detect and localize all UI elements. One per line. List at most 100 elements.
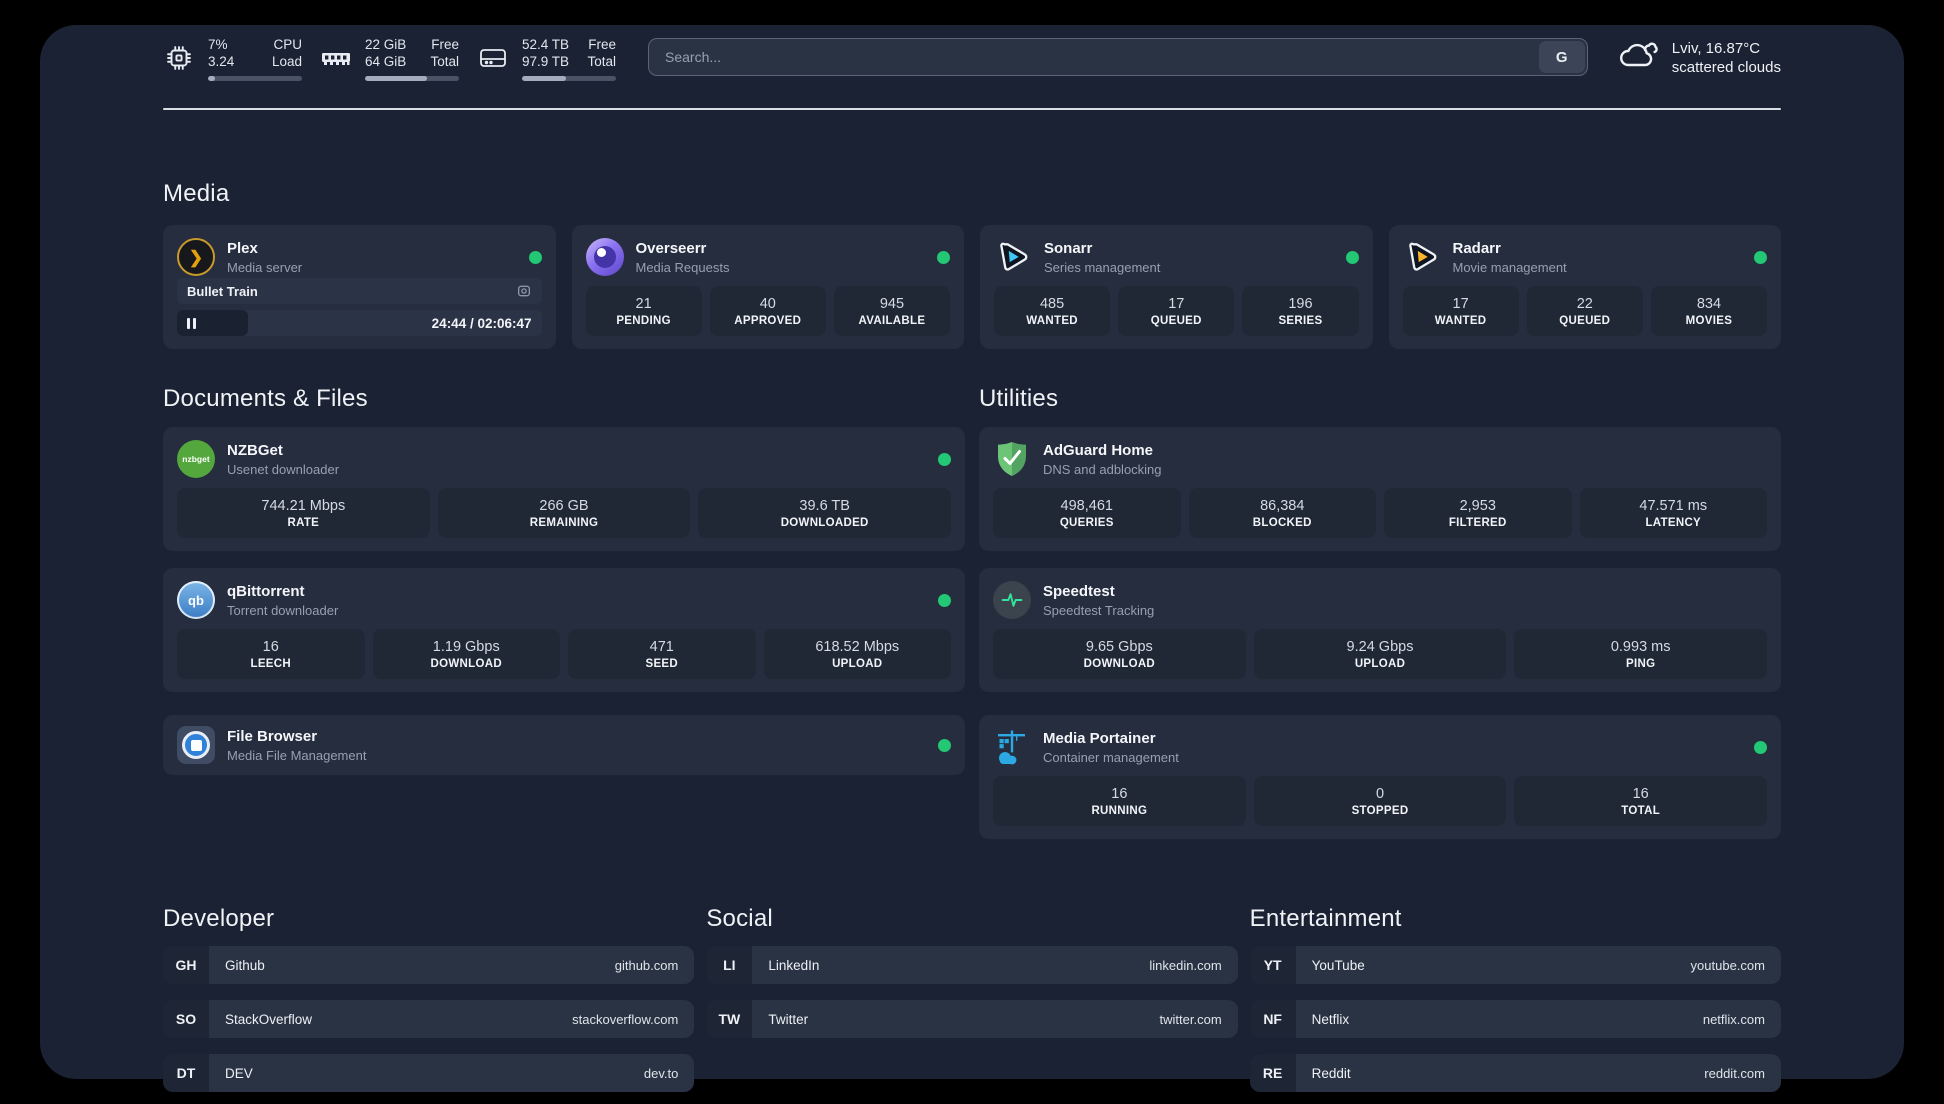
link-url: twitter.com — [1159, 1011, 1222, 1027]
stat-tile: 16 LEECH — [177, 629, 365, 679]
memory-total-value: 64 GiB — [365, 54, 407, 69]
cpu-icon — [163, 42, 195, 74]
link-youtube[interactable]: YT YouTube youtube.com — [1249, 946, 1781, 984]
section-utilities: Utilities AdGuard Home DNS and adblockin… — [979, 385, 1781, 839]
link-reddit[interactable]: RE Reddit reddit.com — [1249, 1054, 1781, 1092]
app-card-qbittorrent[interactable]: qb qBittorrent Torrent downloader 16 LEEC… — [163, 568, 965, 692]
link-name: LinkedIn — [768, 957, 820, 973]
stat-tile: 485 WANTED — [994, 286, 1111, 336]
memory-total-label: Total — [430, 54, 459, 69]
stat-tile: 1.19 Gbps DOWNLOAD — [372, 629, 560, 679]
now-playing-title: Bullet Train — [187, 283, 258, 299]
stat-tile: 22 QUEUED — [1526, 286, 1643, 336]
app-card-sonarr[interactable]: Sonarr Series management 485 WANTED 17 QUE… — [980, 225, 1373, 349]
status-dot — [938, 593, 951, 607]
app-card-filebrowser[interactable]: File Browser Media File Management — [163, 715, 965, 775]
stat-tile: 498,461 QUERIES — [993, 488, 1181, 538]
dashboard: 7% CPU 3.24 Load 22 GiB Free 64 GiB Total — [40, 25, 1904, 1092]
session-screen-icon — [516, 283, 532, 299]
app-card-speedtest[interactable]: Speedtest Speedtest Tracking 9.65 Gbps DO… — [979, 568, 1781, 692]
status-dot — [938, 738, 951, 752]
app-card-plex[interactable]: ❯ Plex Media server Bullet Train 24:44 /… — [163, 225, 556, 349]
link-abbr-badge: DT — [163, 1054, 209, 1092]
app-desc: Torrent downloader — [227, 602, 339, 618]
link-url: netflix.com — [1702, 1011, 1765, 1027]
stat-tile: 17 WANTED — [1402, 286, 1519, 336]
speedtest-icon — [993, 581, 1031, 619]
app-desc: Movie management — [1452, 259, 1567, 275]
pause-icon[interactable] — [187, 317, 196, 329]
section-social: Social LI LinkedIn linkedin.com TW Twitte… — [706, 905, 1238, 1092]
memory-free-value: 22 GiB — [365, 37, 407, 52]
disk-free-value: 52.4 TB — [522, 37, 570, 52]
memory-free-label: Free — [431, 37, 459, 52]
link-netflix[interactable]: NF Netflix netflix.com — [1249, 1000, 1781, 1038]
stat-tile: 9.24 Gbps UPLOAD — [1253, 629, 1507, 679]
app-desc: Usenet downloader — [227, 461, 340, 477]
link-name: Reddit — [1311, 1065, 1351, 1081]
status-dot — [938, 452, 951, 466]
app-desc: Speedtest Tracking — [1043, 602, 1155, 618]
app-card-portainer[interactable]: Media Portainer Container management 16 R… — [979, 715, 1781, 839]
app-card-nzbget[interactable]: nzbget NZBGet Usenet downloader 744.21 M… — [163, 427, 965, 551]
stat-tile: 21 PENDING — [585, 286, 702, 336]
stat-tile: 945 AVAILABLE — [833, 286, 951, 336]
link-abbr-badge: RE — [1249, 1054, 1296, 1092]
link-twitter[interactable]: TW Twitter twitter.com — [706, 1000, 1238, 1038]
app-desc: DNS and adblocking — [1043, 461, 1162, 477]
disk-icon — [477, 42, 509, 74]
stat-tile: 47.571 ms LATENCY — [1579, 488, 1767, 538]
section-documents: Documents & Files nzbget NZBGet Usenet d… — [163, 385, 965, 775]
plex-now-playing-widget: Bullet Train 24:44 / 02:06:47 — [177, 278, 542, 336]
app-name: Overseerr — [635, 239, 707, 257]
link-abbr-badge: LI — [706, 946, 753, 984]
disk-total-value: 97.9 TB — [522, 54, 570, 69]
link-url: dev.to — [643, 1065, 679, 1081]
link-linkedin[interactable]: LI LinkedIn linkedin.com — [706, 946, 1238, 984]
status-dot — [1754, 740, 1767, 754]
stat-tile: 266 GB REMAINING — [437, 488, 691, 538]
section-title-entertainment: Entertainment — [1249, 905, 1402, 932]
nzbget-icon: nzbget — [177, 440, 215, 478]
weather-widget: Lviv, 16.87°C scattered clouds — [1618, 38, 1781, 77]
app-name: Radarr — [1452, 239, 1501, 257]
app-card-radarr[interactable]: Radarr Movie management 17 WANTED 22 QUEUE… — [1388, 225, 1781, 349]
cpu-stat: 7% CPU 3.24 Load — [163, 36, 302, 81]
link-name: Twitter — [768, 1011, 809, 1027]
stat-tile: 196 SERIES — [1242, 286, 1359, 336]
link-url: reddit.com — [1704, 1065, 1765, 1081]
disk-stat: 52.4 TB Free 97.9 TB Total — [477, 36, 616, 81]
app-name: NZBGet — [227, 441, 283, 459]
cpu-load-label: Load — [271, 54, 302, 69]
cpu-usage: 7% — [208, 37, 228, 52]
link-stackoverflow[interactable]: SO StackOverflow stackoverflow.com — [163, 1000, 695, 1038]
cpu-progress-bar — [208, 76, 302, 81]
link-dev[interactable]: DT DEV dev.to — [163, 1054, 695, 1092]
app-name: Sonarr — [1044, 239, 1093, 257]
plex-icon: ❯ — [177, 238, 215, 276]
app-name: AdGuard Home — [1043, 441, 1154, 459]
status-dot — [1754, 250, 1767, 264]
status-dot — [937, 250, 950, 264]
section-developer: Developer GH Github github.com SO StackOv… — [163, 905, 695, 1092]
disk-free-label: Free — [588, 37, 616, 52]
app-desc: Container management — [1043, 749, 1179, 765]
section-title-social: Social — [706, 905, 773, 932]
link-name: DEV — [225, 1065, 253, 1081]
stat-tile: 2,953 FILTERED — [1384, 488, 1572, 538]
app-card-overseerr[interactable]: Overseerr Media Requests 21 PENDING 40 APP… — [571, 225, 964, 349]
app-card-adguard[interactable]: AdGuard Home DNS and adblocking 498,461 Q… — [979, 427, 1781, 551]
memory-progress-bar — [365, 76, 459, 81]
search-input[interactable] — [649, 39, 1587, 75]
stat-tile: 86,384 BLOCKED — [1188, 488, 1376, 538]
stat-tile: 834 MOVIES — [1650, 286, 1768, 336]
playback-progress-bar[interactable]: 24:44 / 02:06:47 — [177, 310, 542, 336]
link-github[interactable]: GH Github github.com — [163, 946, 695, 984]
cpu-label: CPU — [273, 37, 302, 52]
link-abbr-badge: TW — [706, 1000, 753, 1038]
stat-tile: 0 STOPPED — [1253, 776, 1507, 826]
search-bar: G — [648, 38, 1588, 76]
top-bar: 7% CPU 3.24 Load 22 GiB Free 64 GiB Total — [163, 36, 1781, 81]
cpu-load-value: 3.24 — [208, 54, 235, 69]
search-engine-button[interactable]: G — [1538, 41, 1585, 73]
